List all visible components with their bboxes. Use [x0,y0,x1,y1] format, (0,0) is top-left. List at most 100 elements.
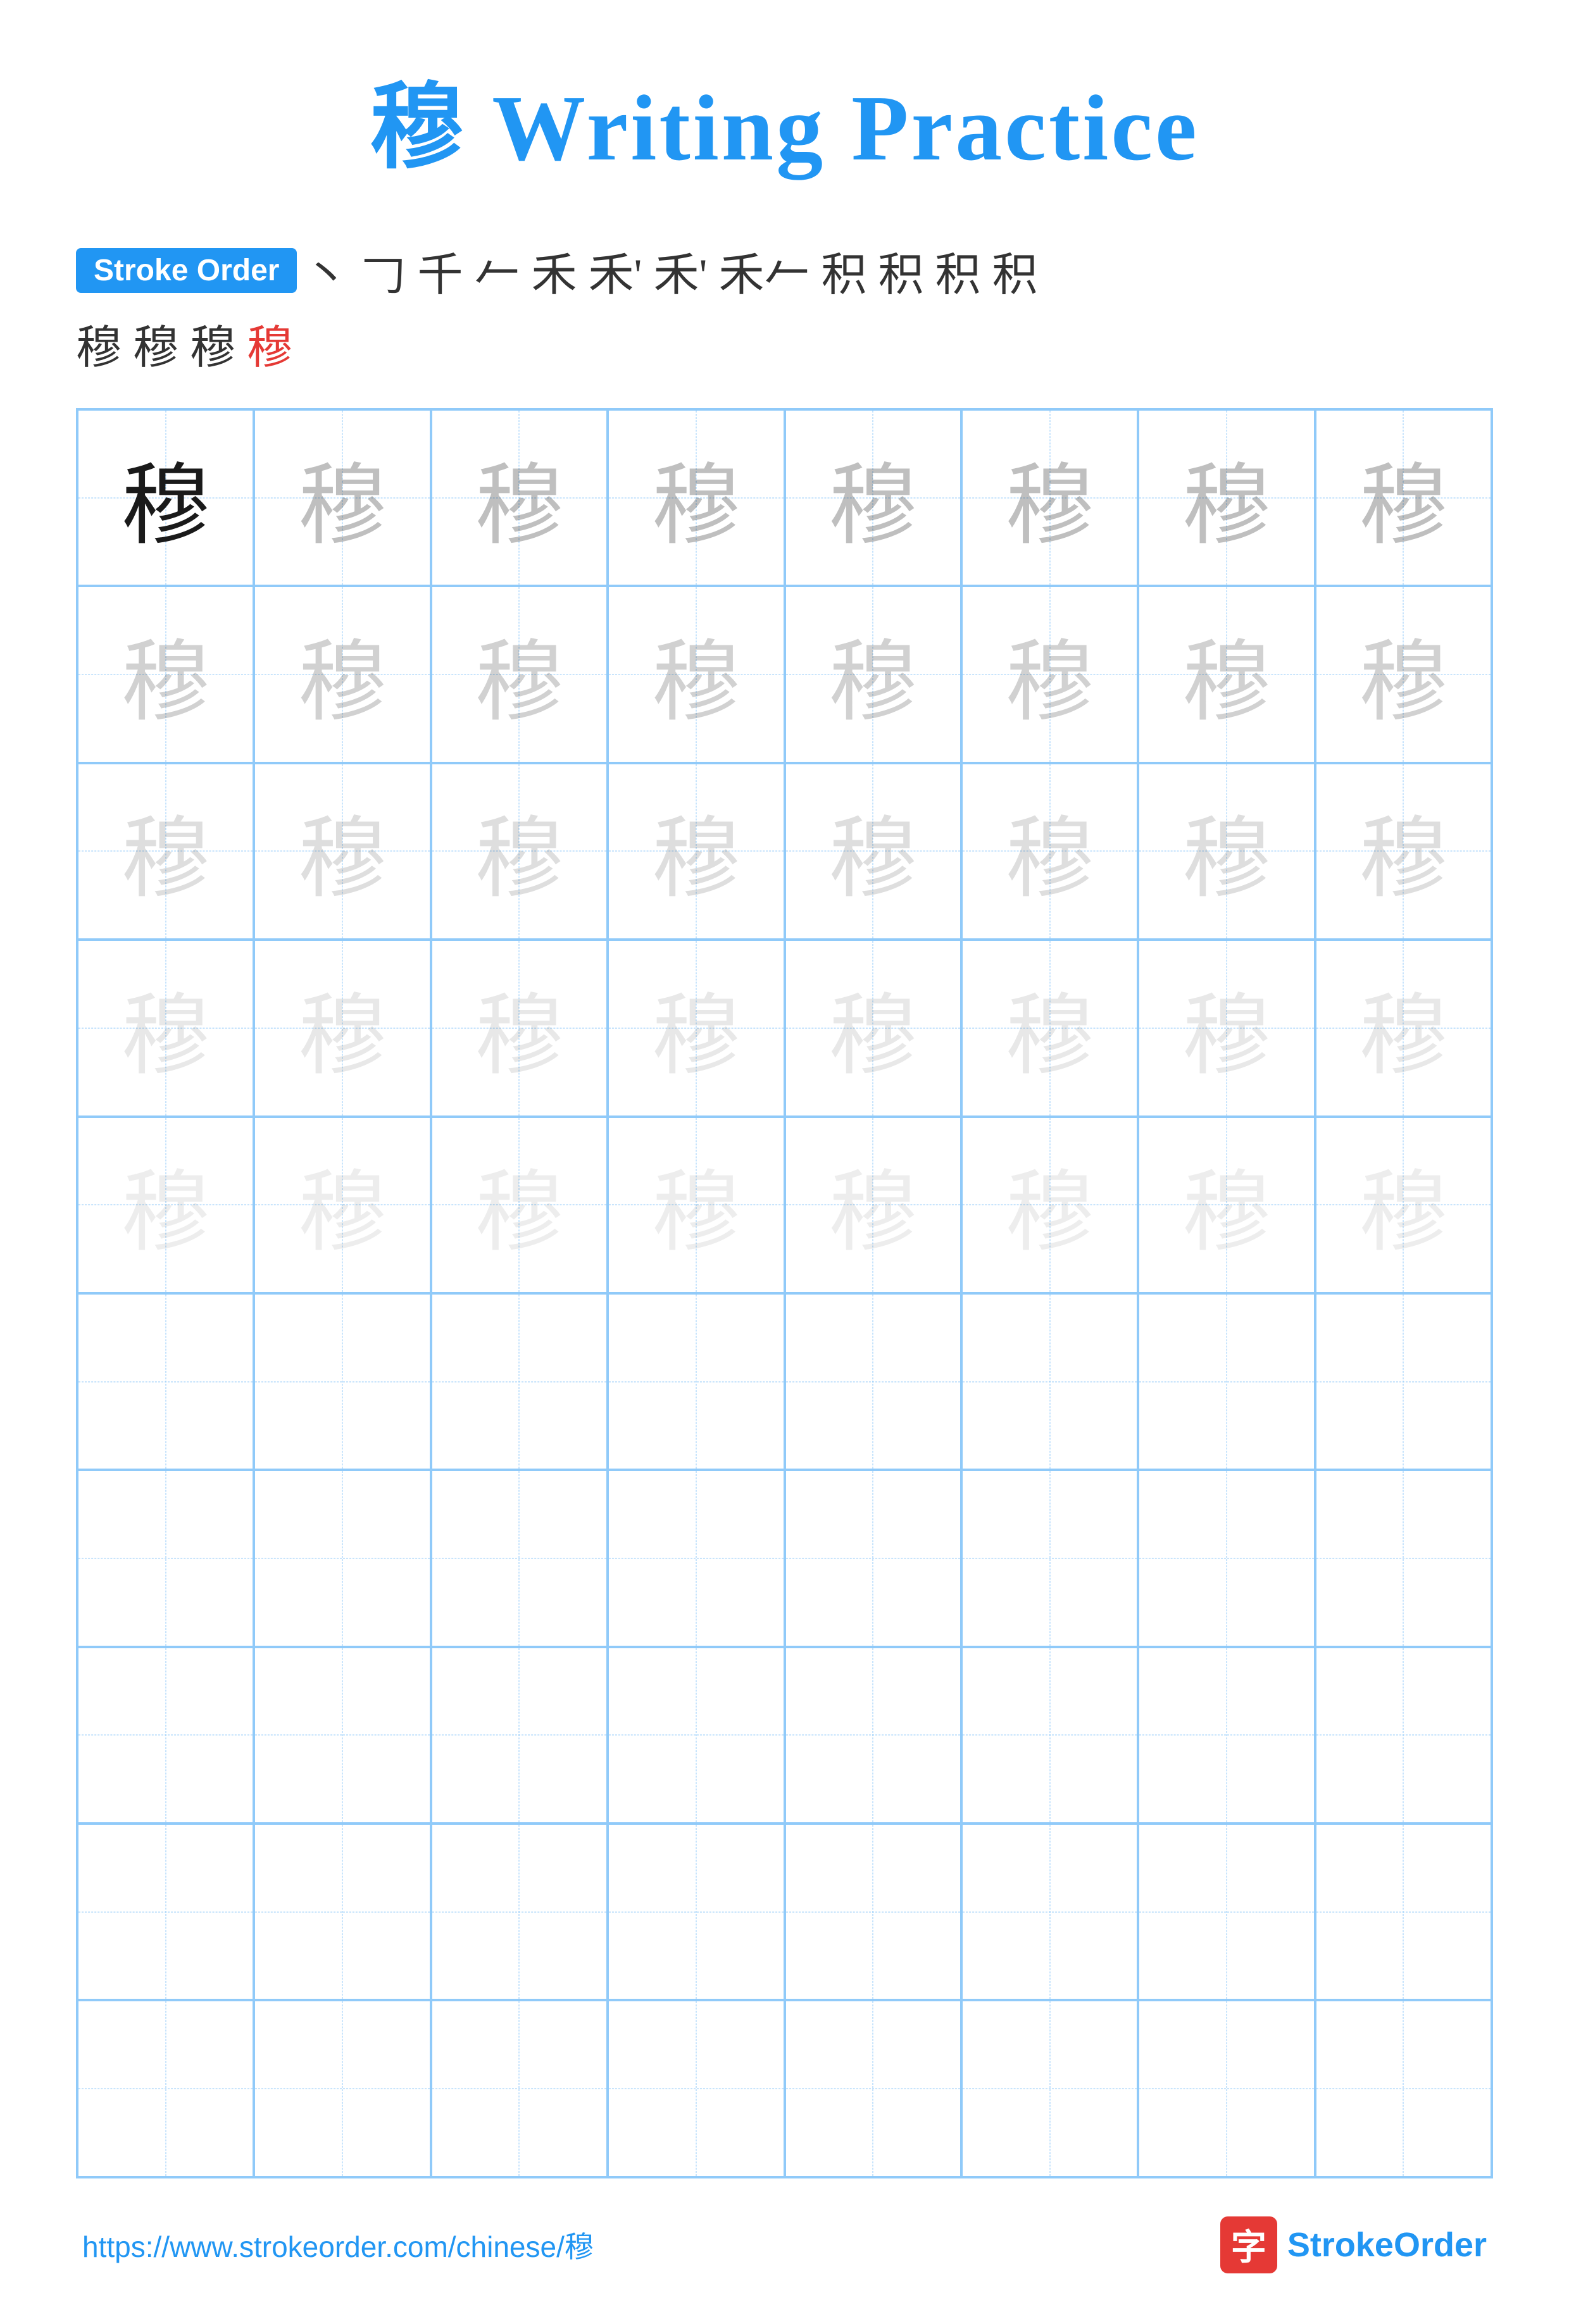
grid-cell-7-3[interactable] [431,1470,608,1646]
grid-cell-10-1[interactable] [77,2000,254,2177]
grid-cell-5-1[interactable]: 穆 [77,1117,254,1293]
grid-cell-7-2[interactable] [254,1470,430,1646]
stroke-char-12: 积 [992,237,1038,304]
char-display: 穆 [298,964,387,1092]
grid-cell-4-7[interactable]: 穆 [1138,940,1315,1116]
grid-cell-3-1[interactable]: 穆 [77,763,254,940]
grid-cell-3-6[interactable]: 穆 [961,763,1138,940]
grid-cell-3-4[interactable]: 穆 [608,763,784,940]
grid-cell-2-2[interactable]: 穆 [254,586,430,762]
grid-cell-7-5[interactable] [785,1470,961,1646]
grid-cell-1-8[interactable]: 穆 [1315,409,1492,586]
grid-cell-1-1[interactable]: 穆 [77,409,254,586]
char-display: 穆 [1359,434,1447,562]
grid-cell-2-1[interactable]: 穆 [77,586,254,762]
grid-cell-4-2[interactable]: 穆 [254,940,430,1116]
grid-cell-7-6[interactable] [961,1470,1138,1646]
stroke-char-8: 禾𠂉 [718,237,810,304]
char-display: 穆 [1006,964,1094,1092]
grid-cell-5-5[interactable]: 穆 [785,1117,961,1293]
grid-cell-2-6[interactable]: 穆 [961,586,1138,762]
grid-cell-5-4[interactable]: 穆 [608,1117,784,1293]
grid-cell-4-4[interactable]: 穆 [608,940,784,1116]
footer-url[interactable]: https://www.strokeorder.com/chinese/穆 [82,2224,594,2266]
grid-cell-4-8[interactable]: 穆 [1315,940,1492,1116]
grid-cell-6-6[interactable] [961,1293,1138,1470]
grid-cell-6-8[interactable] [1315,1293,1492,1470]
grid-cell-10-2[interactable] [254,2000,430,2177]
grid-cell-5-6[interactable]: 穆 [961,1117,1138,1293]
grid-cell-4-1[interactable]: 穆 [77,940,254,1116]
char-display: 穆 [475,964,563,1092]
grid-cell-3-2[interactable]: 穆 [254,763,430,940]
stroke-char-11: 积 [935,237,981,304]
grid-cell-8-2[interactable] [254,1647,430,1824]
grid-cell-10-5[interactable] [785,2000,961,2177]
grid-row-3: 穆 穆 穆 穆 穆 穆 穆 穆 [77,763,1492,940]
char-display: 穆 [122,434,210,562]
grid-cell-2-5[interactable]: 穆 [785,586,961,762]
stroke-order-row1: Stroke Order 丶 𠃌 千 𠂉 禾 禾' 禾' 禾𠂉 积 积 积 积 [76,237,1493,304]
char-display: 穆 [828,787,917,915]
grid-cell-10-6[interactable] [961,2000,1138,2177]
grid-cell-8-8[interactable] [1315,1647,1492,1824]
grid-cell-8-3[interactable] [431,1647,608,1824]
footer: https://www.strokeorder.com/chinese/穆 字 … [76,2216,1493,2273]
char-display: 穆 [1359,1141,1447,1269]
grid-cell-9-6[interactable] [961,1824,1138,2000]
grid-cell-8-7[interactable] [1138,1647,1315,1824]
grid-cell-1-7[interactable]: 穆 [1138,409,1315,586]
grid-cell-9-1[interactable] [77,1824,254,2000]
grid-cell-4-5[interactable]: 穆 [785,940,961,1116]
grid-cell-3-7[interactable]: 穆 [1138,763,1315,940]
grid-cell-8-6[interactable] [961,1647,1138,1824]
grid-cell-6-1[interactable] [77,1293,254,1470]
grid-cell-2-7[interactable]: 穆 [1138,586,1315,762]
grid-cell-1-2[interactable]: 穆 [254,409,430,586]
grid-cell-8-4[interactable] [608,1647,784,1824]
grid-cell-1-5[interactable]: 穆 [785,409,961,586]
grid-cell-4-6[interactable]: 穆 [961,940,1138,1116]
grid-cell-3-8[interactable]: 穆 [1315,763,1492,940]
grid-cell-5-8[interactable]: 穆 [1315,1117,1492,1293]
char-display: 穆 [122,611,210,738]
grid-cell-7-8[interactable] [1315,1470,1492,1646]
char-display: 穆 [828,434,917,562]
grid-cell-6-2[interactable] [254,1293,430,1470]
grid-cell-9-4[interactable] [608,1824,784,2000]
page: 穆 Writing Practice Stroke Order 丶 𠃌 千 𠂉 … [0,0,1569,2324]
stroke-char-9: 积 [822,237,867,304]
grid-cell-5-2[interactable]: 穆 [254,1117,430,1293]
grid-cell-9-2[interactable] [254,1824,430,2000]
grid-cell-10-3[interactable] [431,2000,608,2177]
grid-cell-2-3[interactable]: 穆 [431,586,608,762]
grid-cell-3-3[interactable]: 穆 [431,763,608,940]
grid-cell-9-7[interactable] [1138,1824,1315,2000]
grid-cell-9-8[interactable] [1315,1824,1492,2000]
grid-cell-1-3[interactable]: 穆 [431,409,608,586]
grid-cell-8-5[interactable] [785,1647,961,1824]
grid-cell-3-5[interactable]: 穆 [785,763,961,940]
grid-cell-10-7[interactable] [1138,2000,1315,2177]
grid-cell-7-1[interactable] [77,1470,254,1646]
grid-cell-2-8[interactable]: 穆 [1315,586,1492,762]
grid-cell-7-7[interactable] [1138,1470,1315,1646]
grid-cell-5-3[interactable]: 穆 [431,1117,608,1293]
grid-cell-9-3[interactable] [431,1824,608,2000]
logo-text: StrokeOrder [1287,2225,1487,2265]
grid-cell-1-4[interactable]: 穆 [608,409,784,586]
grid-cell-7-4[interactable] [608,1470,784,1646]
grid-cell-6-4[interactable] [608,1293,784,1470]
grid-cell-2-4[interactable]: 穆 [608,586,784,762]
grid-cell-1-6[interactable]: 穆 [961,409,1138,586]
grid-cell-5-7[interactable]: 穆 [1138,1117,1315,1293]
grid-cell-10-4[interactable] [608,2000,784,2177]
char-display: 穆 [475,787,563,915]
grid-cell-9-5[interactable] [785,1824,961,2000]
grid-cell-8-1[interactable] [77,1647,254,1824]
grid-cell-10-8[interactable] [1315,2000,1492,2177]
grid-cell-6-7[interactable] [1138,1293,1315,1470]
grid-cell-6-3[interactable] [431,1293,608,1470]
grid-cell-6-5[interactable] [785,1293,961,1470]
grid-cell-4-3[interactable]: 穆 [431,940,608,1116]
